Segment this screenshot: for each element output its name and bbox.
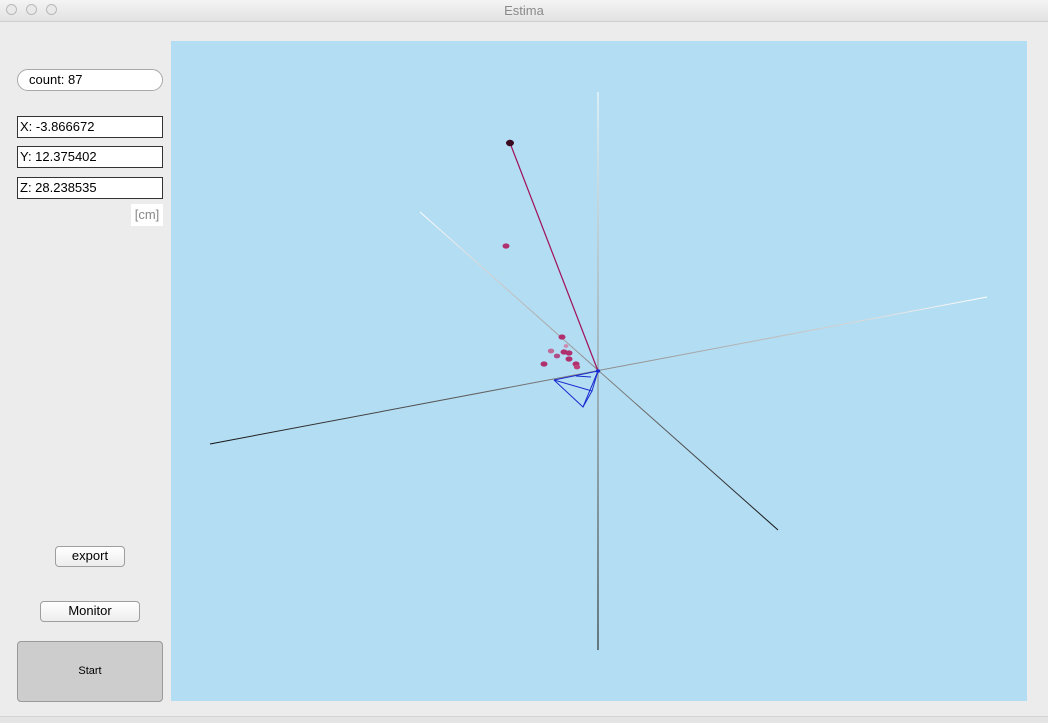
y-coordinate-field: Y: 12.375402 — [17, 146, 163, 168]
start-button[interactable]: Start — [17, 641, 163, 702]
x-coordinate-field: X: -3.866672 — [17, 116, 163, 138]
track-line — [509, 142, 599, 372]
count-field: count: 87 — [17, 69, 163, 91]
scene-canvas — [209, 92, 988, 650]
camera-marker — [553, 370, 599, 408]
app-window: Estima count: 87 X: -3.866672 Y: 12.3754… — [0, 0, 1048, 723]
title-bar: Estima — [0, 0, 1048, 22]
unit-label: [cm] — [131, 204, 163, 226]
monitor-button[interactable]: Monitor — [40, 601, 140, 622]
window-title: Estima — [504, 3, 544, 18]
z-coordinate-field: Z: 28.238535 — [17, 177, 163, 199]
export-button[interactable]: export — [55, 546, 125, 567]
3d-viewport[interactable] — [171, 41, 1027, 701]
